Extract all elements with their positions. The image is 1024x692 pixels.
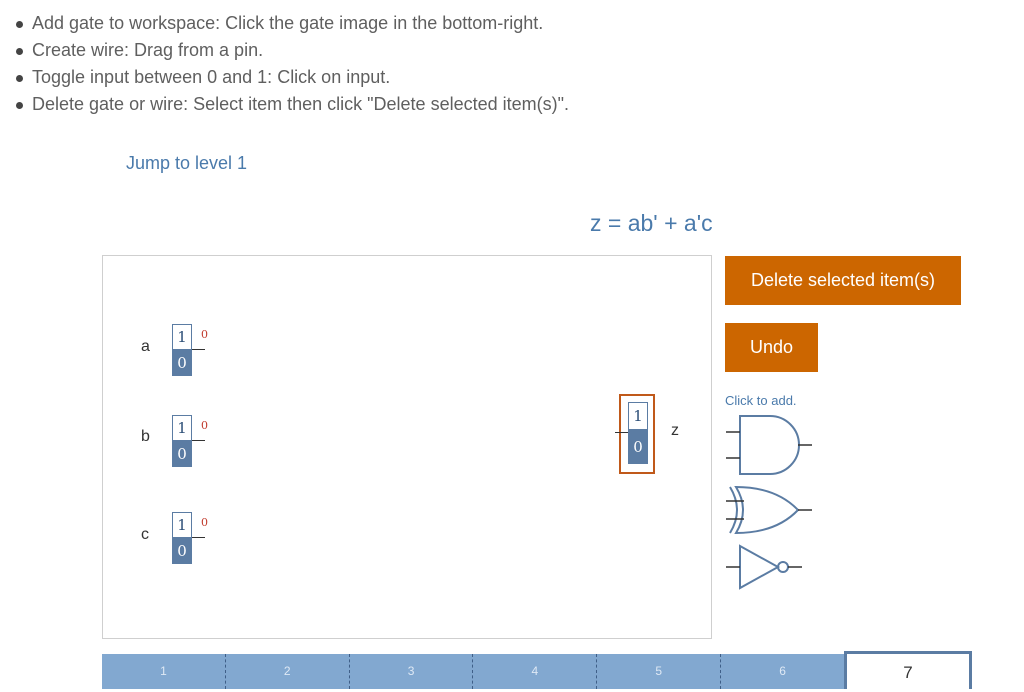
- output-pin[interactable]: [192, 440, 205, 441]
- not-gate-icon[interactable]: [726, 543, 816, 591]
- instruction-item: Create wire: Drag from a pin.: [14, 37, 569, 64]
- output-label-z: z: [671, 422, 679, 439]
- input-a-one: 1: [172, 324, 192, 350]
- gate-palette-hint: Click to add.: [725, 393, 797, 408]
- level-3-tab[interactable]: 3: [350, 654, 474, 689]
- level-1-tab[interactable]: 1: [102, 654, 226, 689]
- input-b-one: 1: [172, 415, 192, 441]
- input-pin[interactable]: [615, 432, 628, 433]
- target-expression: z = ab' + a'c: [590, 210, 713, 236]
- undo-button[interactable]: Undo: [725, 323, 818, 372]
- instruction-item: Add gate to workspace: Click the gate im…: [14, 10, 569, 37]
- circuit-workspace[interactable]: a 1 0 0 b 1 0 0 c 1 0 0 1 0 z: [102, 255, 712, 639]
- level-6-tab[interactable]: 6: [721, 654, 844, 689]
- or-gate-icon[interactable]: [726, 484, 816, 536]
- level-7-tab[interactable]: 7: [844, 651, 972, 689]
- level-2-tab[interactable]: 2: [226, 654, 350, 689]
- input-c-value: 0: [201, 516, 208, 529]
- level-4-tab[interactable]: 4: [473, 654, 598, 689]
- input-toggle-b[interactable]: 1 0 0: [172, 415, 208, 467]
- input-label-b: b: [141, 428, 150, 445]
- output-pin[interactable]: [192, 349, 205, 350]
- input-toggle-c[interactable]: 1 0 0: [172, 512, 208, 564]
- instruction-item: Delete gate or wire: Select item then cl…: [14, 91, 569, 118]
- input-c-one: 1: [172, 512, 192, 538]
- delete-selected-button[interactable]: Delete selected item(s): [725, 256, 961, 305]
- instruction-item: Toggle input between 0 and 1: Click on i…: [14, 64, 569, 91]
- input-label-a: a: [141, 338, 150, 355]
- input-c-zero: 0: [172, 538, 192, 564]
- and-gate-icon[interactable]: [726, 412, 816, 480]
- input-a-value: 0: [201, 328, 208, 341]
- output-pin[interactable]: [192, 537, 205, 538]
- instruction-list: Add gate to workspace: Click the gate im…: [14, 10, 569, 118]
- input-a-zero: 0: [172, 350, 192, 376]
- output-z-box[interactable]: 1 0: [615, 394, 655, 474]
- level-5-tab[interactable]: 5: [597, 654, 722, 689]
- input-b-value: 0: [201, 419, 208, 432]
- input-label-c: c: [141, 526, 149, 543]
- output-z-one: 1: [628, 402, 648, 430]
- level-bar: 1 2 3 4 5 6: [102, 654, 844, 689]
- output-z-zero: 0: [628, 430, 648, 464]
- input-b-zero: 0: [172, 441, 192, 467]
- input-toggle-a[interactable]: 1 0 0: [172, 324, 208, 376]
- jump-to-level-link[interactable]: Jump to level 1: [126, 153, 247, 174]
